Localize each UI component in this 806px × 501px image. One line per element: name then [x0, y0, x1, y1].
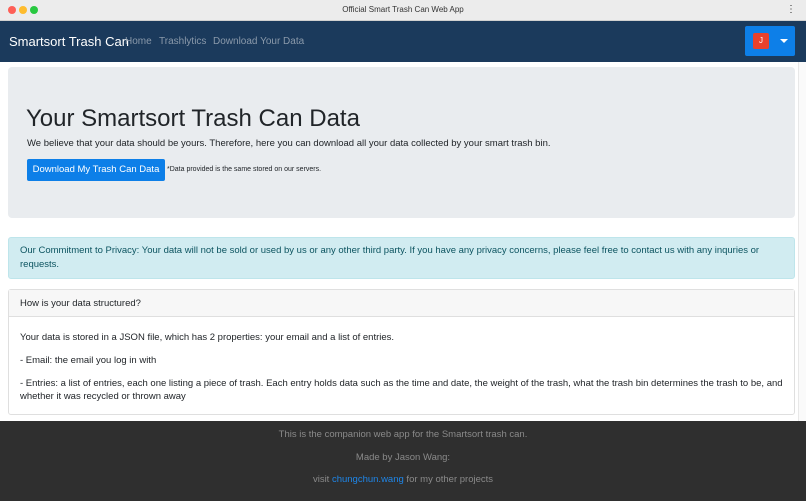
footer-visit-prefix: visit — [312, 474, 332, 485]
card-paragraph-email: - Email: the email you log in with — [20, 355, 157, 366]
nav-link-home[interactable]: Home — [125, 36, 152, 47]
browser-window: Official Smart Trash Can Web App ⋮ Smart… — [0, 0, 806, 501]
more-options-icon[interactable]: ⋮ — [786, 4, 796, 16]
user-menu-button[interactable]: J — [745, 26, 795, 56]
lead-text: We believe that your data should be your… — [27, 138, 551, 149]
footer-visit-line: visit chungchun.wang for my other projec… — [0, 474, 806, 485]
privacy-alert: Our Commitment to Privacy: Your data wil… — [8, 237, 795, 279]
download-note: *Data provided is the same stored on our… — [167, 166, 322, 173]
footer: This is the companion web app for the Sm… — [0, 421, 806, 501]
card-paragraph-entries: - Entries: a list of entries, each one l… — [20, 378, 783, 402]
brand-link[interactable]: Smartsort Trash Can — [9, 34, 129, 49]
caret-down-icon — [780, 39, 788, 43]
page-title: Your Smartsort Trash Can Data — [26, 105, 360, 132]
download-data-button[interactable]: Download My Trash Can Data — [27, 159, 165, 181]
footer-visit-suffix: for my other projects — [403, 474, 494, 485]
card-paragraph-json: Your data is stored in a JSON file, whic… — [20, 332, 395, 343]
window-title: Official Smart Trash Can Web App — [342, 5, 464, 14]
data-structure-card: How is your data structured? Your data i… — [8, 289, 795, 415]
jumbotron: Your Smartsort Trash Can Data We believe… — [8, 67, 795, 218]
avatar: J — [753, 33, 769, 49]
footer-tagline: This is the companion web app for the Sm… — [278, 429, 528, 440]
title-bar: Official Smart Trash Can Web App ⋮ — [0, 0, 806, 21]
nav-link-trashlytics[interactable]: Trashlytics — [159, 36, 206, 47]
card-header: How is your data structured? — [9, 290, 794, 317]
navbar: Smartsort Trash Can Home Trashlytics Dow… — [0, 21, 806, 62]
footer-author: Made by Jason Wang: — [355, 452, 451, 463]
footer-website-link[interactable]: chungchun.wang — [332, 474, 404, 485]
nav-link-download-your-data[interactable]: Download Your Data — [213, 36, 304, 47]
scrollbar[interactable] — [798, 62, 806, 422]
